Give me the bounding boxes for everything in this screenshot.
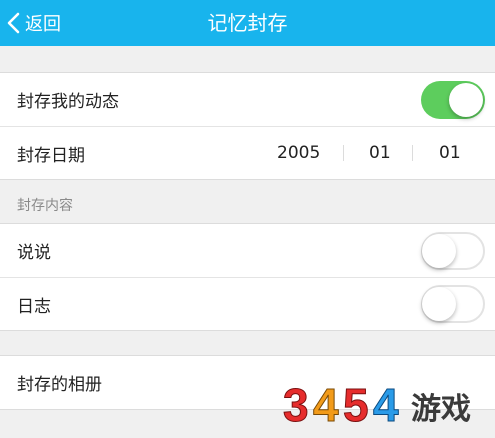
toggle-knob <box>422 287 456 321</box>
watermark-logo-image: 3 4 5 4 游戏 <box>283 383 471 427</box>
svg-text:4: 4 <box>313 383 339 427</box>
seal-date-row: 封存日期 2005 01 01 <box>0 126 495 179</box>
seal-dynamics-row: 封存我的动态 <box>0 73 495 126</box>
svg-text:游戏: 游戏 <box>411 392 471 427</box>
diary-toggle[interactable] <box>421 285 485 323</box>
seal-dynamics-toggle[interactable] <box>421 80 485 119</box>
shuoshuo-label: 说说 <box>17 243 51 263</box>
page-title: 记忆封存 <box>207 11 288 35</box>
seal-dynamics-label: 封存我的动态 <box>17 92 119 112</box>
album-label: 封存的相册 <box>17 375 102 395</box>
month-picker[interactable]: 01 <box>369 143 391 163</box>
toggle-knob <box>422 233 456 268</box>
day-picker[interactable]: 01 <box>439 143 461 163</box>
shuoshuo-row: 说说 <box>0 224 495 277</box>
date-divider <box>343 145 344 161</box>
shuoshuo-toggle[interactable] <box>421 231 485 270</box>
chevron-left-icon <box>7 12 20 34</box>
back-button[interactable]: 返回 <box>6 9 61 37</box>
diary-row: 日志 <box>0 277 495 330</box>
back-label: 返回 <box>25 14 61 35</box>
svg-text:5: 5 <box>343 383 369 427</box>
date-divider <box>412 145 413 161</box>
toggle-knob <box>449 82 483 117</box>
svg-text:4: 4 <box>373 383 399 427</box>
watermark-logo: 3 4 5 4 游戏 <box>283 383 489 427</box>
year-picker[interactable]: 2005 <box>277 143 320 163</box>
settings-group: 封存我的动态 封存日期 2005 01 01 <box>0 72 495 180</box>
svg-text:3: 3 <box>283 383 309 427</box>
seal-date-label: 封存日期 <box>17 145 85 166</box>
content-section-title: 封存内容 <box>17 198 73 214</box>
content-group: 说说 日志 <box>0 223 495 331</box>
header-bar: 返回 记忆封存 <box>0 0 495 46</box>
diary-label: 日志 <box>17 296 51 317</box>
